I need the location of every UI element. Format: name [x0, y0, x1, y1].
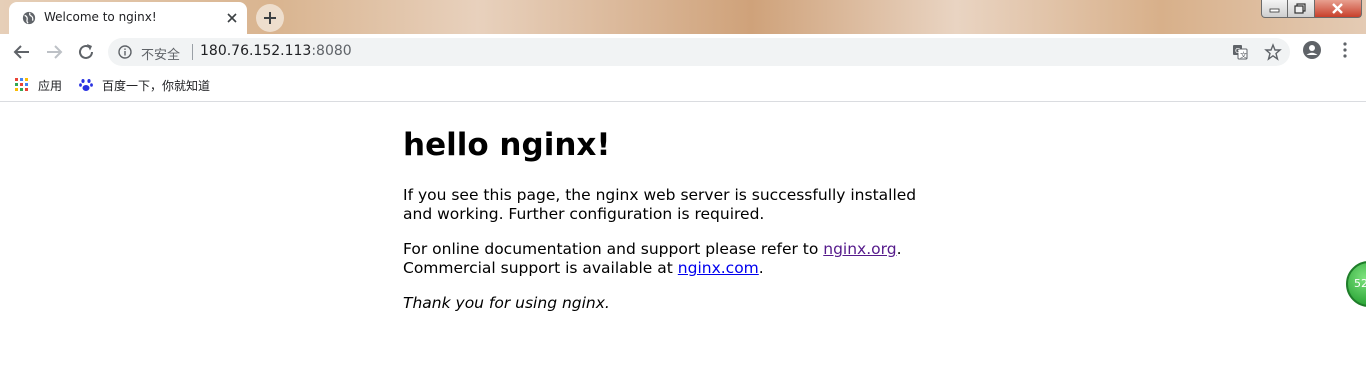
page-content: hello nginx! If you see this page, the n…: [403, 103, 923, 312]
tab-strip: Welcome to nginx!: [0, 0, 1366, 34]
bookmark-baidu[interactable]: 百度一下，你就知道: [102, 77, 210, 94]
bookmarks-bar: 应用 百度一下，你就知道: [0, 70, 1366, 102]
intro-paragraph: If you see this page, the nginx web serv…: [403, 186, 917, 223]
close-window-button[interactable]: [1315, 0, 1362, 18]
baidu-paw-icon: [79, 79, 93, 91]
more-menu-icon[interactable]: [1336, 41, 1354, 59]
forward-icon[interactable]: [42, 40, 66, 64]
bookmark-apps[interactable]: 应用: [38, 77, 62, 94]
floating-badge[interactable]: 52: [1346, 261, 1366, 307]
minimize-icon: [1269, 8, 1280, 13]
bookmark-star-icon[interactable]: [1264, 43, 1282, 61]
address-bar[interactable]: 不安全 180.76.152.113:8080 G 文: [108, 38, 1290, 66]
profile-icon[interactable]: [1302, 40, 1322, 60]
close-tab-icon[interactable]: [225, 11, 239, 25]
page-heading: hello nginx!: [403, 127, 611, 163]
globe-icon: [22, 11, 36, 25]
badge-text: 52: [1354, 277, 1366, 290]
minimize-button[interactable]: [1261, 0, 1288, 18]
maximize-button[interactable]: [1288, 0, 1315, 18]
browser-tab[interactable]: Welcome to nginx!: [9, 2, 247, 34]
new-tab-button[interactable]: [256, 4, 284, 32]
nginx-com-link[interactable]: nginx.com: [678, 259, 759, 277]
back-icon[interactable]: [10, 40, 34, 64]
thanks-paragraph: Thank you for using nginx.: [403, 294, 610, 312]
not-secure-label[interactable]: 不安全: [141, 44, 180, 63]
nginx-org-link[interactable]: nginx.org: [823, 240, 896, 258]
close-icon: [1332, 3, 1343, 14]
separator: [192, 44, 193, 60]
apps-grid-icon: [15, 78, 28, 91]
docs-paragraph: For online documentation and support ple…: [403, 240, 902, 277]
tab-title: Welcome to nginx!: [44, 10, 157, 24]
translate-icon[interactable]: G 文: [1232, 44, 1248, 60]
plus-icon: [264, 12, 276, 24]
info-icon[interactable]: [118, 45, 132, 59]
reload-icon[interactable]: [74, 40, 98, 64]
svg-text:文: 文: [1240, 51, 1247, 60]
url-text[interactable]: 180.76.152.113:8080: [200, 43, 352, 59]
browser-toolbar: 不安全 180.76.152.113:8080 G 文: [0, 34, 1366, 70]
restore-icon: [1294, 3, 1306, 14]
